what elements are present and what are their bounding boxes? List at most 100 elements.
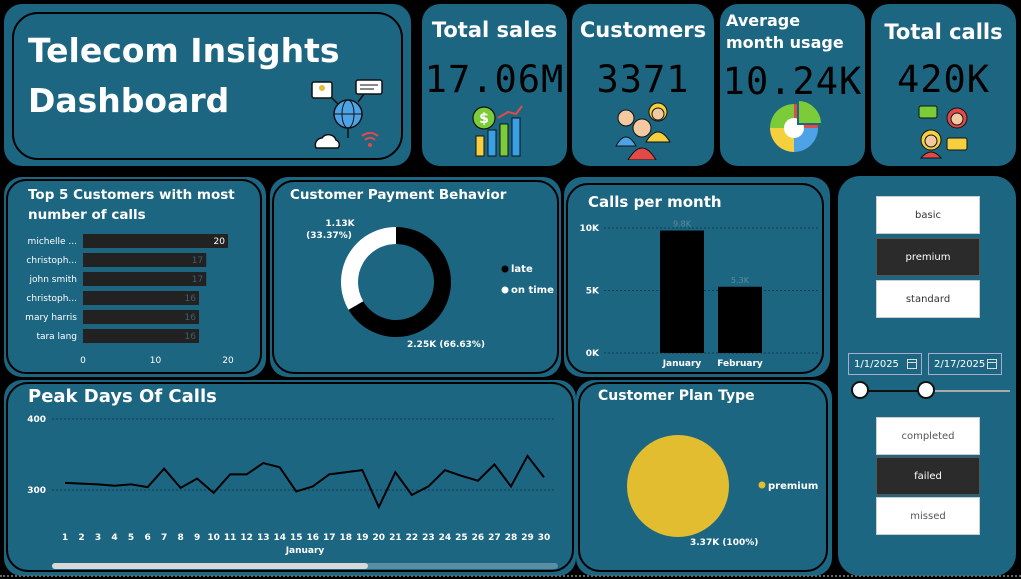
bar-data-label: 20 — [214, 237, 226, 247]
x-tick-label: 7 — [161, 533, 167, 543]
peak-days-chart: 3004001 2 3 4 5 6 7 8 9 10 11 12 13 14 15 16 17 18 19 20 21 2… — [27, 415, 556, 556]
bar-6 — [83, 329, 199, 343]
telecom-network-icon — [311, 79, 383, 149]
payment-behavior-card: Customer Payment Behavior 2.25K (66.63%)… — [270, 177, 561, 377]
y-tick-label: 5K — [586, 287, 600, 297]
x-tick-label: 23 — [422, 533, 435, 543]
bar-category-label: christoph... — [26, 294, 77, 304]
plan-slicer-basic[interactable]: basic — [876, 196, 980, 234]
phone-call-icon — [918, 105, 968, 159]
plan-slicer-standard[interactable]: standard — [876, 280, 980, 318]
x-tick-label: 10 — [207, 533, 220, 543]
filter-panel: basic premium standard 1/1/2025 2/17/202… — [838, 176, 1016, 576]
plan-slicer-premium[interactable]: premium — [876, 238, 980, 276]
x-tick-label: 10 — [150, 356, 162, 366]
top-customers-card: Top 5 Customers with most number of call… — [4, 177, 266, 377]
donut-label-on-time-pct: (33.37%) — [306, 231, 352, 241]
line-series — [64, 454, 545, 510]
donut-label-late: 2.25K (66.63%) — [407, 340, 485, 350]
bar-category-label: john smith — [29, 275, 77, 285]
scrollbar-thumb[interactable] — [52, 563, 368, 569]
payment-donut-chart: 2.25K (66.63%) 1.13K (33.37%) late on time — [306, 219, 554, 350]
x-tick-label: 3 — [95, 533, 101, 543]
calls-per-month-card: Calls per month 0K 5K 10K 9.8K January 5.3K Fe… — [564, 177, 830, 377]
x-tick-label: 6 — [144, 533, 150, 543]
x-tick-label: 21 — [389, 533, 402, 543]
status-slicer-missed[interactable]: missed — [876, 497, 980, 535]
kpi-total-calls: Total calls 420K — [871, 4, 1016, 166]
bar-4 — [83, 291, 199, 305]
x-tick-label: 8 — [177, 533, 183, 543]
kpi-customers: Customers 3371 — [572, 4, 714, 166]
x-tick-label: 24 — [439, 533, 452, 543]
bar-data-label: 16 — [185, 332, 197, 342]
total-calls-value: 420K — [896, 58, 991, 101]
x-tick-label: 17 — [323, 533, 336, 543]
x-tick-label: 1 — [62, 533, 68, 543]
x-tick-label: 30 — [538, 533, 551, 543]
x-tick-label: 15 — [290, 533, 303, 543]
x-tick-label: 20 — [222, 356, 234, 366]
x-tick-label: 9 — [194, 533, 200, 543]
bottom-border — [0, 575, 1021, 577]
kpi-average-month-usage: Average month usage 10.24K — [720, 4, 865, 166]
x-tick-label: 12 — [240, 533, 253, 543]
kpi-total-sales: Total sales 17.06M $ — [422, 4, 567, 166]
x-tick-label: 2 — [78, 533, 84, 543]
donut-label-on-time: 1.13K — [325, 219, 355, 229]
people-icon — [615, 102, 671, 160]
money-chart-icon: $ — [472, 105, 523, 157]
legend-marker — [758, 481, 766, 489]
calendar-icon[interactable] — [987, 359, 997, 369]
calendar-icon[interactable] — [907, 359, 917, 369]
x-tick-label: 0 — [80, 356, 86, 366]
x-tick-label: 22 — [406, 533, 419, 543]
y-tick-label: 400 — [27, 415, 46, 425]
x-tick-label: 11 — [224, 533, 237, 543]
legend-marker — [501, 286, 509, 294]
total-sales-value: 17.06M — [424, 58, 565, 101]
svg-text:$: $ — [479, 111, 489, 127]
end-date-input[interactable]: 2/17/2025 — [928, 353, 1002, 375]
plan-type-card: Customer Plan Type 3.37K (100%) premium — [576, 380, 832, 576]
bar-data-label: 17 — [192, 256, 203, 266]
bar-1 — [83, 234, 228, 248]
slider-end-handle[interactable] — [917, 381, 935, 399]
legend-marker — [501, 265, 509, 273]
status-slicer-failed[interactable]: failed — [876, 457, 980, 495]
bar-data-label: 5.3K — [731, 276, 750, 285]
bar-january — [660, 230, 704, 353]
x-tick-label: 13 — [257, 533, 270, 543]
bar-data-label: 16 — [185, 313, 197, 323]
bar-category-label: michelle ... — [28, 237, 77, 247]
legend-label: late — [511, 264, 533, 275]
header-card: Telecom Insights Dashboard — [4, 4, 411, 166]
bar-2 — [83, 253, 207, 267]
horizontal-scrollbar[interactable] — [52, 563, 558, 569]
peak-days-card: Peak Days Of Calls 300 400 1 2 3 4 5 6 7 8 9 10 11 12… — [4, 380, 576, 576]
x-tick-label: 27 — [488, 533, 501, 543]
x-tick-label: 25 — [455, 533, 468, 543]
x-tick-label: 26 — [472, 533, 485, 543]
bar-data-label: 9.8K — [673, 220, 692, 229]
legend-label: on time — [511, 285, 554, 296]
dashboard-title: Telecom Insights Dashboard — [28, 31, 340, 120]
x-tick-label: 4 — [111, 533, 117, 543]
start-date-input[interactable]: 1/1/2025 — [848, 353, 922, 375]
x-tick-label: January — [662, 359, 702, 369]
plan-type-pie-chart: 3.37K (100%) premium — [627, 435, 818, 548]
status-slicer-completed[interactable]: completed — [876, 417, 980, 455]
slider-start-handle[interactable] — [851, 381, 869, 399]
pie-data-label: 3.37K (100%) — [690, 538, 758, 548]
x-tick-label: 5 — [128, 533, 134, 543]
bar-february — [718, 286, 762, 353]
legend-label: premium — [768, 481, 818, 492]
y-tick-label: 0K — [586, 349, 600, 359]
bar-3 — [83, 272, 207, 286]
average-usage-value: 10.24K — [722, 60, 863, 103]
bar-data-label: 16 — [185, 294, 197, 304]
x-tick-label: 19 — [356, 533, 369, 543]
bar-category-label: christoph... — [26, 256, 77, 266]
calls-per-month-chart: 0K 5K 10K 9.8K January 5.3K February — [580, 220, 819, 369]
x-tick-label: 14 — [273, 533, 286, 543]
